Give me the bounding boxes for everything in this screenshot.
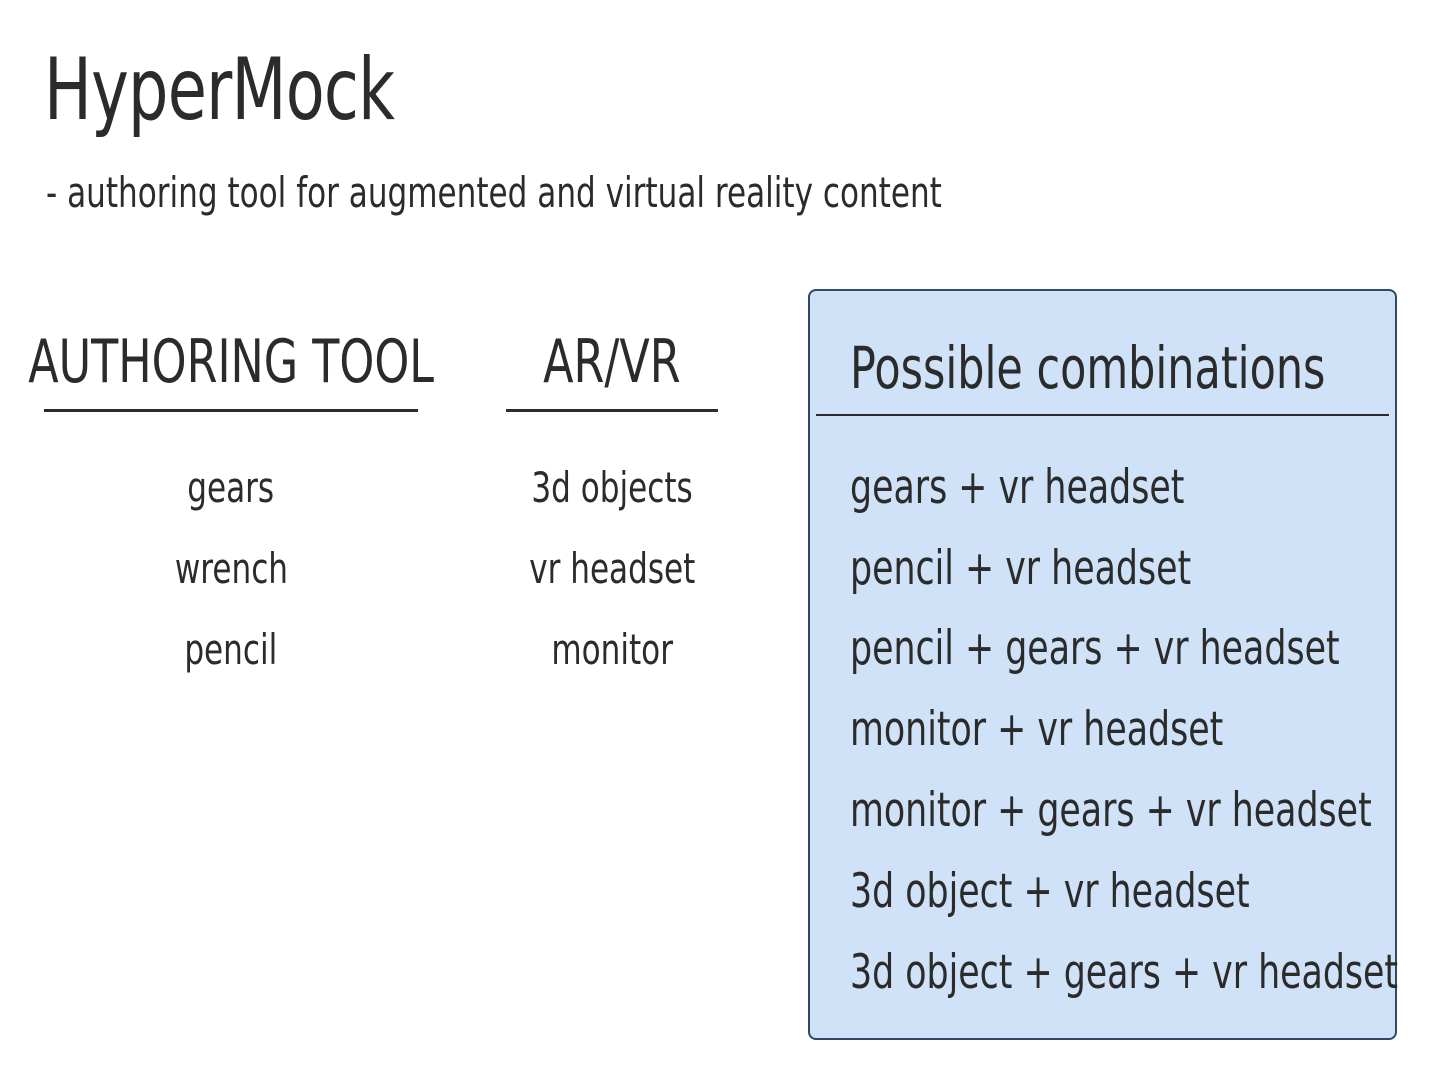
- ar-vr-column: AR/VR 3d objects vr headset monitor: [506, 326, 718, 690]
- list-item: 3d object + gears + vr headset: [850, 932, 1440, 1013]
- list-item: pencil + gears + vr headset: [850, 609, 1440, 690]
- page-title: HyperMock: [44, 40, 395, 140]
- authoring-tool-item-wrench: wrench: [174, 544, 288, 593]
- authoring-tool-column: AUTHORING TOOL gears wrench pencil: [28, 326, 434, 690]
- combination-item: pencil + gears + vr headset: [850, 621, 1340, 677]
- list-item: monitor + gears + vr headset: [850, 770, 1440, 851]
- page-subtitle: - authoring tool for augmented and virtu…: [46, 168, 942, 217]
- combination-item: 3d object + vr headset: [850, 863, 1250, 919]
- list-item: gears + vr headset: [850, 447, 1440, 528]
- list-item: monitor + vr headset: [850, 689, 1440, 770]
- combinations-list: gears + vr headset pencil + vr headset p…: [850, 447, 1440, 1013]
- combination-item: gears + vr headset: [850, 459, 1185, 515]
- ar-vr-heading: AR/VR: [506, 326, 718, 412]
- authoring-tool-heading: AUTHORING TOOL: [28, 326, 434, 412]
- authoring-tool-heading-text: AUTHORING TOOL: [28, 327, 434, 397]
- combinations-panel: Possible combinations gears + vr headset…: [808, 289, 1398, 1040]
- combination-item: monitor + gears + vr headset: [850, 783, 1372, 839]
- ar-vr-item-monitor: monitor: [551, 625, 673, 674]
- combination-item: pencil + vr headset: [850, 540, 1192, 596]
- list-item: monitor: [506, 609, 718, 690]
- list-item: pencil + vr headset: [850, 528, 1440, 609]
- authoring-tool-list: gears wrench pencil: [44, 447, 418, 690]
- list-item: wrench: [44, 528, 418, 609]
- list-item: vr headset: [506, 528, 718, 609]
- ar-vr-heading-text: AR/VR: [543, 327, 681, 397]
- ar-vr-item-3d-objects: 3d objects: [531, 463, 693, 512]
- combinations-divider: [816, 414, 1389, 416]
- authoring-tool-item-pencil: pencil: [184, 625, 278, 674]
- page: HyperMock - authoring tool for augmented…: [0, 0, 1440, 1080]
- ar-vr-list: 3d objects vr headset monitor: [506, 447, 718, 690]
- combinations-heading: Possible combinations: [850, 334, 1326, 402]
- list-item: 3d objects: [506, 447, 718, 528]
- ar-vr-item-vr-headset: vr headset: [528, 544, 696, 593]
- combination-item: monitor + vr headset: [850, 702, 1224, 758]
- list-item: gears: [44, 447, 418, 528]
- combination-item: 3d object + gears + vr headset: [850, 944, 1399, 1000]
- list-item: 3d object + vr headset: [850, 851, 1440, 932]
- authoring-tool-item-gears: gears: [187, 463, 275, 512]
- list-item: pencil: [44, 609, 418, 690]
